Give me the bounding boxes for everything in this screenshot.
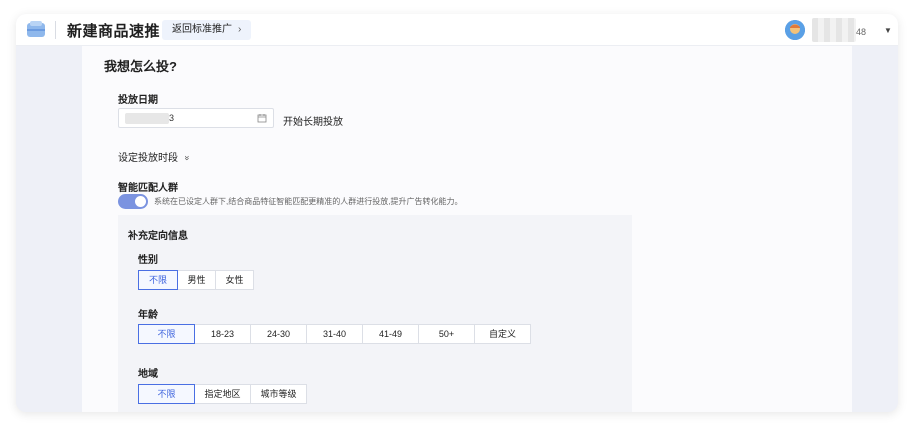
gender-options: 不限 男性 女性 bbox=[138, 270, 254, 290]
region-option-any[interactable]: 不限 bbox=[138, 384, 195, 404]
app-logo-icon bbox=[27, 21, 45, 37]
region-label: 地域 bbox=[138, 369, 158, 380]
section-title: 我想怎么投? bbox=[104, 59, 177, 74]
age-options: 不限 18-23 24-30 31-40 41-49 50+ 自定义 bbox=[138, 324, 531, 344]
date-value: 3 bbox=[169, 113, 175, 123]
avatar[interactable] bbox=[785, 20, 805, 40]
user-name-suffix: 48 bbox=[856, 27, 867, 37]
chevron-right-icon: › bbox=[238, 24, 242, 35]
back-to-standard-button[interactable]: 返回标准推广 › bbox=[162, 20, 252, 40]
form-panel: 我想怎么投? 投放日期 3 开始长期投放 设定投放时段 » 智能匹配人群 系统在… bbox=[82, 46, 852, 412]
date-range-input[interactable]: 3 bbox=[118, 108, 274, 128]
avatar-icon bbox=[785, 20, 805, 40]
chevron-down-icon: » bbox=[182, 155, 193, 161]
app-window: 新建商品速推 返回标准推广 › 48 ▼ 我想怎么投? 投放日期 3 开始长期投… bbox=[16, 14, 898, 412]
age-option-50-plus[interactable]: 50+ bbox=[418, 324, 475, 344]
top-bar: 新建商品速推 返回标准推广 › 48 ▼ bbox=[16, 14, 898, 46]
age-option-any[interactable]: 不限 bbox=[138, 324, 195, 344]
gender-option-any[interactable]: 不限 bbox=[138, 270, 178, 290]
user-menu-caret-icon[interactable]: ▼ bbox=[884, 26, 892, 35]
age-option-24-30[interactable]: 24-30 bbox=[250, 324, 307, 344]
time-slot-toggle-link[interactable]: 设定投放时段 » bbox=[118, 149, 193, 164]
time-slot-label: 设定投放时段 bbox=[118, 153, 178, 164]
region-option-city-tier[interactable]: 城市等级 bbox=[250, 384, 307, 404]
long-term-option[interactable]: 开始长期投放 bbox=[283, 113, 343, 128]
smart-crowd-label: 智能匹配人群 bbox=[118, 183, 178, 194]
age-option-31-40[interactable]: 31-40 bbox=[306, 324, 363, 344]
calendar-icon[interactable] bbox=[257, 113, 267, 123]
age-option-custom[interactable]: 自定义 bbox=[474, 324, 531, 344]
page-title: 新建商品速推 bbox=[67, 23, 161, 40]
region-option-specified[interactable]: 指定地区 bbox=[194, 384, 251, 404]
header-divider bbox=[55, 21, 56, 39]
user-name-redacted bbox=[812, 18, 856, 42]
back-button-label: 返回标准推广 bbox=[172, 24, 232, 35]
age-option-18-23[interactable]: 18-23 bbox=[194, 324, 251, 344]
smart-crowd-hint: 系统在已设定人群下,结合商品特征智能匹配更精准的人群进行投放,提升广告转化能力。 bbox=[154, 197, 463, 206]
gender-option-female[interactable]: 女性 bbox=[215, 270, 254, 290]
region-options: 不限 指定地区 城市等级 bbox=[138, 384, 307, 404]
date-value-redacted bbox=[125, 113, 169, 124]
date-label: 投放日期 bbox=[118, 95, 158, 106]
age-option-41-49[interactable]: 41-49 bbox=[362, 324, 419, 344]
gender-label: 性别 bbox=[138, 255, 158, 266]
gender-option-male[interactable]: 男性 bbox=[177, 270, 216, 290]
smart-crowd-toggle[interactable] bbox=[118, 194, 148, 209]
targeting-panel: 补充定向信息 性别 不限 男性 女性 年龄 不限 18-23 24-30 31-… bbox=[118, 215, 632, 412]
age-label: 年龄 bbox=[138, 310, 158, 321]
toggle-knob bbox=[135, 196, 146, 207]
targeting-title: 补充定向信息 bbox=[128, 231, 188, 242]
